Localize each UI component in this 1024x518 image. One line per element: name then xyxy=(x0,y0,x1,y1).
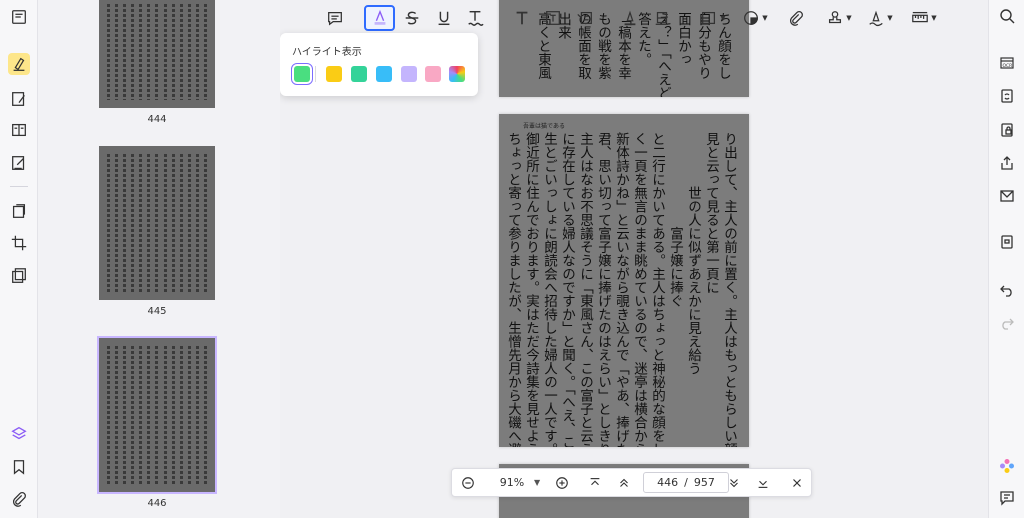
convert-icon[interactable] xyxy=(998,87,1016,105)
close-icon[interactable] xyxy=(788,474,806,492)
last-page-icon[interactable] xyxy=(754,474,772,492)
page-separator: / xyxy=(684,476,688,489)
thumbnail-446[interactable] xyxy=(97,336,217,494)
bookmark-icon[interactable] xyxy=(8,456,30,478)
rail-divider xyxy=(10,186,28,187)
squiggly-icon[interactable] xyxy=(464,5,486,31)
page-text-column: ちょっと寄って参りましたが、生憎先月から大磯へ避暑に行っ xyxy=(505,132,521,447)
email-icon[interactable] xyxy=(998,187,1016,205)
redo-icon[interactable] xyxy=(998,314,1016,332)
swatch-purple[interactable] xyxy=(401,66,417,82)
eraser-icon[interactable] xyxy=(651,5,673,31)
zoom-out-icon[interactable] xyxy=(459,474,477,492)
page-text-column: り出して、主人の前に置く。主人はもっともらしい顔をして拝 xyxy=(721,132,737,447)
convert-icon[interactable] xyxy=(8,265,30,287)
swatch-mint[interactable] xyxy=(351,66,367,82)
next-page-icon[interactable] xyxy=(725,474,743,492)
stamp-icon[interactable]: ▼ xyxy=(824,5,854,31)
comment-icon[interactable] xyxy=(324,5,346,31)
page-text-column: 御近所に住んでおります。実はただ今詩集を見せようと思って xyxy=(523,132,539,447)
swatch-yellow[interactable] xyxy=(326,66,342,82)
edit-pdf-icon[interactable] xyxy=(8,88,30,110)
page-text-column: 見と云って見ると第一頁に xyxy=(703,132,719,294)
svg-text:OCR: OCR xyxy=(1003,63,1013,69)
running-header: 吾輩は猫である xyxy=(523,123,565,130)
highlight-popover-title: ハイライト表示 xyxy=(292,47,362,58)
page-text-column: 君、思い切って富子嬢に捧げたのはえらい」としきりに賞める。 xyxy=(595,132,611,447)
textbox-icon[interactable] xyxy=(542,5,564,31)
highlight-color-popover: ハイライト表示 xyxy=(280,33,478,96)
search-icon[interactable] xyxy=(998,7,1016,25)
swatch-blue[interactable] xyxy=(376,66,392,82)
attach-icon[interactable] xyxy=(785,5,807,31)
thumbnail-label: 444 xyxy=(147,114,167,125)
page-text-column: 新体詩かね」と云いながら覗き込んで「やあ、捧げたね。東風 xyxy=(613,132,629,447)
sticker-icon[interactable]: ▼ xyxy=(740,5,770,31)
page-navigation-bar: 91% ▼ 446 / 957 xyxy=(451,468,812,497)
reader-icon[interactable] xyxy=(8,6,30,28)
left-sidebar-rail xyxy=(0,0,38,518)
swatch-custom-color[interactable] xyxy=(449,66,465,82)
page-text-column: に存在している婦人なのですか」と聞く。「へえ、この前迷亭先 xyxy=(559,132,575,447)
strikethrough-icon[interactable] xyxy=(401,5,423,31)
ocr-icon[interactable]: OCR xyxy=(998,54,1016,72)
current-page[interactable]: 446 xyxy=(657,476,678,489)
page-number-field[interactable]: 446 / 957 xyxy=(643,472,729,493)
zoom-level[interactable]: 91% xyxy=(490,476,534,489)
underline-icon[interactable] xyxy=(433,5,455,31)
thumbnail-445[interactable] xyxy=(99,146,215,300)
page-text-column: 富子嬢に捧ぐ xyxy=(667,132,683,308)
thumbnail-label: 445 xyxy=(147,306,167,317)
callout-icon[interactable] xyxy=(574,5,596,31)
protect-icon[interactable] xyxy=(998,121,1016,139)
thumbnail-444[interactable] xyxy=(99,0,215,108)
ai-assistant-icon[interactable] xyxy=(998,457,1016,475)
swatch-pink[interactable] xyxy=(425,66,441,82)
total-pages: 957 xyxy=(693,476,715,489)
page-text-column: く一頁を無言のまま眺めているので、迷亭は横合から「何だい xyxy=(631,132,647,447)
zoom-dropdown-icon[interactable]: ▼ xyxy=(534,478,540,487)
document-view: ちん顔をし 自分もやり 面白かっ え？」「へえど 答えた。 「稿本を幸 もの戦を… xyxy=(280,0,982,518)
chat-icon[interactable] xyxy=(998,489,1016,507)
previous-page-icon[interactable] xyxy=(615,474,633,492)
page-446: 吾輩は猫である り出して、主人の前に置く。主人はもっともらしい顔をして拝 見と云… xyxy=(499,114,749,447)
layers-icon[interactable] xyxy=(8,423,30,445)
pencil-icon[interactable] xyxy=(619,5,641,31)
swatch-divider xyxy=(315,66,316,82)
undo-icon[interactable] xyxy=(998,281,1016,299)
page-text-column: と二行にかいてある。主人はちょっと神秘的な顔をしてしばら xyxy=(649,132,665,447)
save-icon[interactable] xyxy=(998,233,1016,251)
signature-icon[interactable]: ▼ xyxy=(865,5,895,31)
thumbnail-label: 446 xyxy=(147,498,167,509)
highlight-icon[interactable] xyxy=(364,5,395,31)
highlighter-icon[interactable] xyxy=(8,53,30,75)
crop-icon[interactable] xyxy=(8,232,30,254)
page-text-column: 生とごいっしょに朗読会へ招待した婦人の一人です。ついこの xyxy=(541,132,557,447)
right-sidebar-rail: OCR xyxy=(988,0,1024,518)
organize-pages-icon[interactable] xyxy=(8,119,30,141)
page-text-column: 世の人に似ずあえかに見え給う xyxy=(685,132,701,375)
page-text-column: 主人はなお不思議そうに「東風さん、この富子と云うのは本当 xyxy=(577,132,593,447)
text-icon[interactable] xyxy=(511,5,533,31)
thumbnail-panel: 444 445 446 xyxy=(38,0,280,518)
first-page-icon[interactable] xyxy=(586,474,604,492)
zoom-in-icon[interactable] xyxy=(553,474,571,492)
page-tools-icon[interactable] xyxy=(8,200,30,222)
shape-icon[interactable]: ▼ xyxy=(698,5,728,31)
attachment-icon[interactable] xyxy=(8,488,30,510)
measure-icon[interactable]: ▼ xyxy=(908,5,940,31)
swatch-green-selected[interactable] xyxy=(291,63,313,85)
annotation-toolbar: ▼ ▼ ▼ ▼ ▼ xyxy=(280,0,982,36)
share-icon[interactable] xyxy=(998,154,1016,172)
form-icon[interactable] xyxy=(8,152,30,174)
